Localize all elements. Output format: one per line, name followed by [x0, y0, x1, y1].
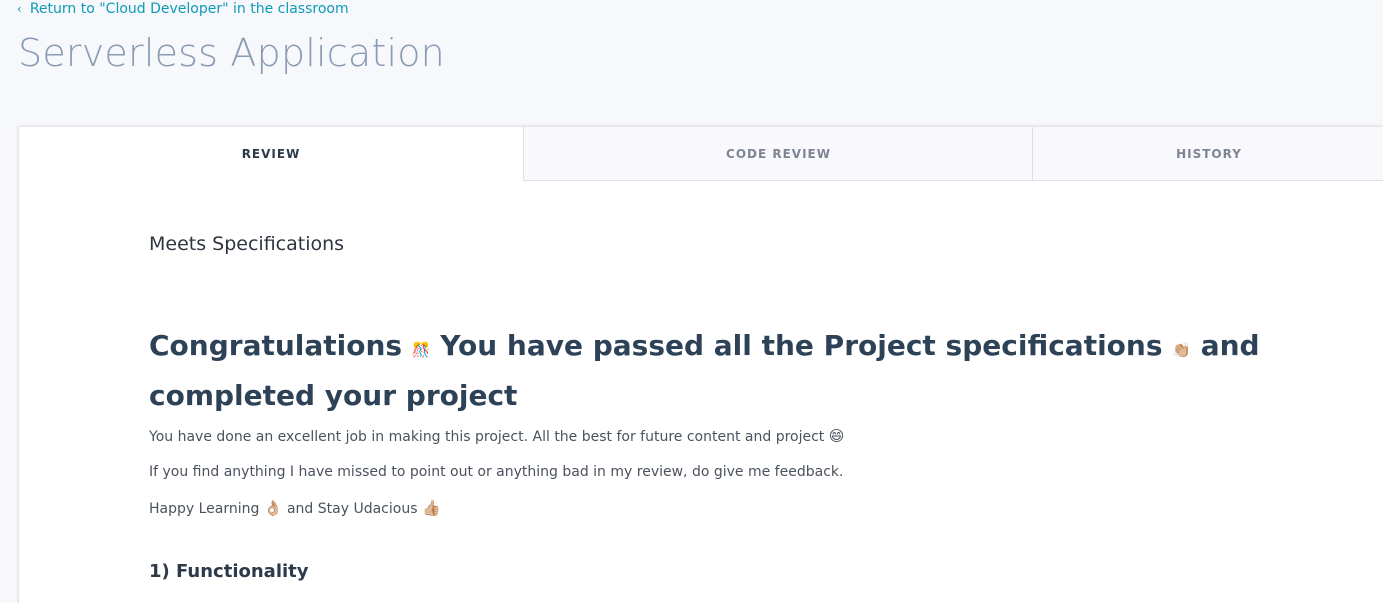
- review-headline: Congratulations 🎊 You have passed all th…: [149, 323, 1339, 418]
- tab-history[interactable]: HISTORY: [1032, 127, 1383, 181]
- review-paragraph-3: Happy Learning 👌🏼 and Stay Udacious 👍🏼: [149, 499, 441, 517]
- review-paragraph-1: You have done an excellent job in making…: [149, 427, 844, 445]
- back-link-label: Return to "Cloud Developer" in the class…: [29, 1, 349, 17]
- headline-text-1: Congratulations: [149, 329, 412, 362]
- paragraph-3-text-1: Happy Learning: [149, 501, 264, 517]
- smiling-face-emoji-icon: 😄: [828, 427, 845, 445]
- clapping-hands-emoji-icon: 👏🏼: [1172, 341, 1191, 359]
- page-title: Serverless Application: [18, 31, 445, 75]
- paragraph-1-text: You have done an excellent job in making…: [149, 429, 829, 445]
- review-card: REVIEW CODE REVIEW HISTORY Meets Specifi…: [18, 126, 1383, 603]
- back-to-classroom-link[interactable]: ‹ Return to "Cloud Developer" in the cla…: [17, 1, 349, 17]
- tab-review[interactable]: REVIEW: [19, 127, 523, 181]
- tab-bar: REVIEW CODE REVIEW HISTORY: [19, 127, 1383, 181]
- review-status: Meets Specifications: [149, 233, 345, 255]
- review-paragraph-2: If you find anything I have missed to po…: [149, 464, 844, 480]
- section-heading-functionality: 1) Functionality: [149, 561, 309, 582]
- thumbs-up-emoji-icon: 👍🏼: [421, 499, 441, 517]
- headline-text-2: You have passed all the Project specific…: [430, 329, 1173, 362]
- tab-code-review[interactable]: CODE REVIEW: [523, 127, 1033, 181]
- ok-hand-emoji-icon: 👌🏼: [263, 499, 283, 517]
- chevron-left-icon: ‹: [17, 2, 22, 16]
- paragraph-3-text-2: and Stay Udacious: [282, 501, 422, 517]
- confetti-emoji-icon: 🎊: [411, 341, 431, 359]
